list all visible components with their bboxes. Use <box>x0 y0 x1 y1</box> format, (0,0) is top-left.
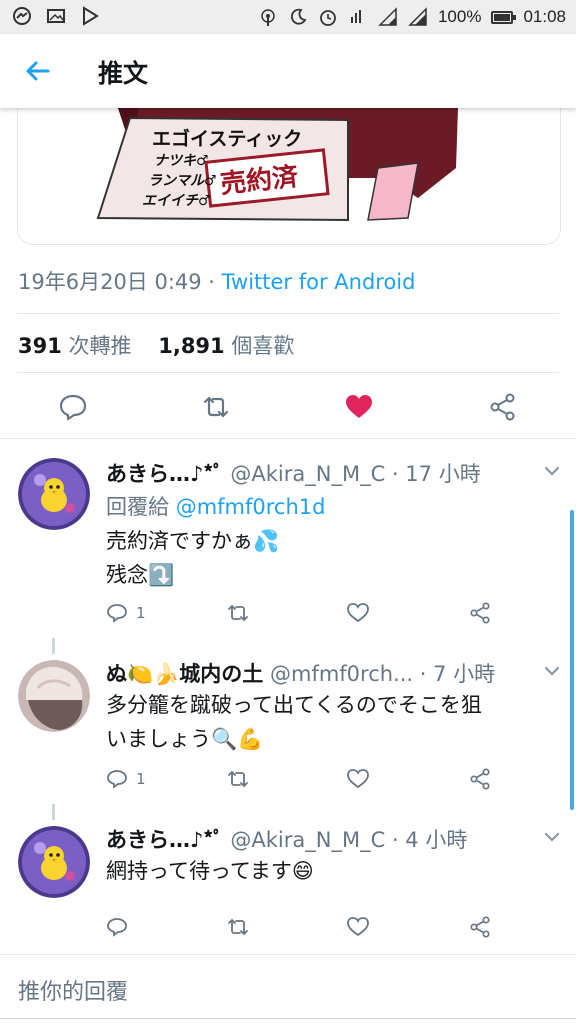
avatar[interactable] <box>18 660 90 732</box>
reply-time: · 7 小時 <box>419 662 496 686</box>
heart-icon[interactable] <box>344 392 374 422</box>
reply-count: 1 <box>136 770 146 788</box>
chevron-down-icon[interactable] <box>543 828 561 846</box>
reply-item[interactable]: ぬ🍋🍌城内の土 @mfmf0rch... · 7 小時 多分籠を蹴破って出てくる… <box>0 654 576 810</box>
signal-2-icon <box>408 7 427 26</box>
reply-button[interactable]: 1 <box>106 766 146 792</box>
reply-item[interactable]: あきら…♪*ﾟ @Akira_N_M_C · 17 小時 回覆給 @mfmf0r… <box>0 438 576 638</box>
heart-icon[interactable] <box>346 766 370 792</box>
chevron-down-icon[interactable] <box>543 462 561 480</box>
username[interactable]: @mfmf0rch... <box>270 662 413 686</box>
username[interactable]: @Akira_N_M_C <box>230 462 385 486</box>
tweet-timestamp: 19年6月20日 0:49 · <box>18 270 222 294</box>
battery-percent: 100% <box>437 7 482 26</box>
tweet-client-link[interactable]: Twitter for Android <box>222 270 416 294</box>
sign-line: エイイチ♂ <box>142 193 211 209</box>
sign-line: ランマル♂ <box>148 173 217 189</box>
reply-header: あきら…♪*ﾟ @Akira_N_M_C · 4 小時 <box>106 824 467 854</box>
retweet-label: 次轉推 <box>61 334 132 358</box>
avatar-image <box>18 660 90 732</box>
reply-time: · 17 小時 <box>391 462 481 486</box>
page-title: 推文 <box>98 59 149 88</box>
share-icon[interactable] <box>468 600 492 626</box>
avatar-image <box>18 826 90 898</box>
reply-header: あきら…♪*ﾟ @Akira_N_M_C · 17 小時 <box>106 458 481 488</box>
retweet-icon[interactable] <box>201 392 231 422</box>
reply-button[interactable]: 1 <box>106 600 146 626</box>
alarm-icon <box>320 10 336 26</box>
arrow-left-icon[interactable] <box>22 56 52 86</box>
like-label: 個喜歡 <box>224 334 295 358</box>
thread-connector <box>52 638 55 654</box>
display-name[interactable]: あきら…♪*ﾟ <box>106 462 224 486</box>
reply-icon[interactable] <box>58 392 88 422</box>
divider <box>0 954 576 955</box>
app-bar: 推文 <box>0 34 576 108</box>
like-count[interactable]: 1,891 <box>158 334 224 358</box>
reply-icon <box>107 604 127 623</box>
clock: 01:08 <box>523 7 566 26</box>
retweet-icon[interactable] <box>226 914 250 940</box>
reply-icon <box>107 770 127 789</box>
reply-to-label: 回覆給 <box>106 495 176 519</box>
reply-text: 網持って待ってます😄 <box>106 859 314 883</box>
display-name[interactable]: あきら…♪*ﾟ <box>106 828 224 852</box>
reply-header: ぬ🍋🍌城内の土 @mfmf0rch... · 7 小時 <box>106 658 495 688</box>
tweet-stats: 391 次轉推 1,891 個喜歡 <box>18 330 294 360</box>
divider <box>17 313 559 314</box>
battery-fill <box>494 13 511 21</box>
username[interactable]: @Akira_N_M_C <box>230 828 385 852</box>
mention-link[interactable]: @mfmf0rch1d <box>176 495 326 519</box>
retweet-icon[interactable] <box>226 766 250 792</box>
tweet-timestamp-row: 19年6月20日 0:49 · Twitter for Android <box>18 266 415 296</box>
play-store-icon <box>83 6 99 26</box>
messenger-icon <box>13 7 31 25</box>
tweet-media[interactable]: エゴイスティック ナツキ♂ ランマル♂ エイイチ♂ 売約済 <box>17 108 561 245</box>
avatar[interactable] <box>18 458 90 530</box>
reply-text: 残念⤵️ <box>106 563 175 587</box>
reply-time: · 4 小時 <box>391 828 468 852</box>
compose-underline <box>0 1018 576 1019</box>
gallery-icon <box>47 9 65 23</box>
retweet-count[interactable]: 391 <box>18 334 62 358</box>
signal-1-icon <box>378 7 397 26</box>
status-bar: 100% 01:08 <box>0 0 576 34</box>
reply-count: 1 <box>136 604 146 622</box>
reply-text: 売約済ですかぁ💦 <box>106 529 280 553</box>
reply-icon <box>107 918 127 937</box>
heart-icon[interactable] <box>346 600 370 626</box>
heart-icon[interactable] <box>346 914 370 940</box>
share-icon[interactable] <box>488 392 518 422</box>
reply-to-line: 回覆給 @mfmf0rch1d <box>106 490 325 524</box>
reply-text: 多分籠を蹴破って出てくるのでそこを狙 <box>106 693 482 717</box>
do-not-disturb-icon <box>290 8 307 25</box>
share-icon[interactable] <box>468 766 492 792</box>
retweet-icon[interactable] <box>226 600 250 626</box>
tweet-action-bar <box>0 388 576 428</box>
scrollbar[interactable] <box>570 510 574 810</box>
thread-connector <box>52 804 55 820</box>
reply-compose-input[interactable]: 推你的回覆 <box>18 974 128 1006</box>
divider <box>17 372 559 373</box>
reply-button[interactable] <box>106 914 136 940</box>
chevron-down-icon[interactable] <box>543 662 561 680</box>
hotspot-icon <box>261 9 275 26</box>
share-icon[interactable] <box>468 914 492 940</box>
sign-title: エゴイスティック <box>152 128 303 150</box>
avatar-image <box>18 458 90 530</box>
sign-line: ナツキ♂ <box>154 153 209 169</box>
reply-item[interactable]: あきら…♪*ﾟ @Akira_N_M_C · 4 小時 網持って待ってます😄 <box>0 820 576 954</box>
data-4g-icon <box>350 10 361 23</box>
battery-icon <box>491 10 517 24</box>
avatar[interactable] <box>18 826 90 898</box>
display-name[interactable]: ぬ🍋🍌城内の土 <box>106 662 263 686</box>
reply-text: いましょう🔍💪 <box>106 727 264 751</box>
